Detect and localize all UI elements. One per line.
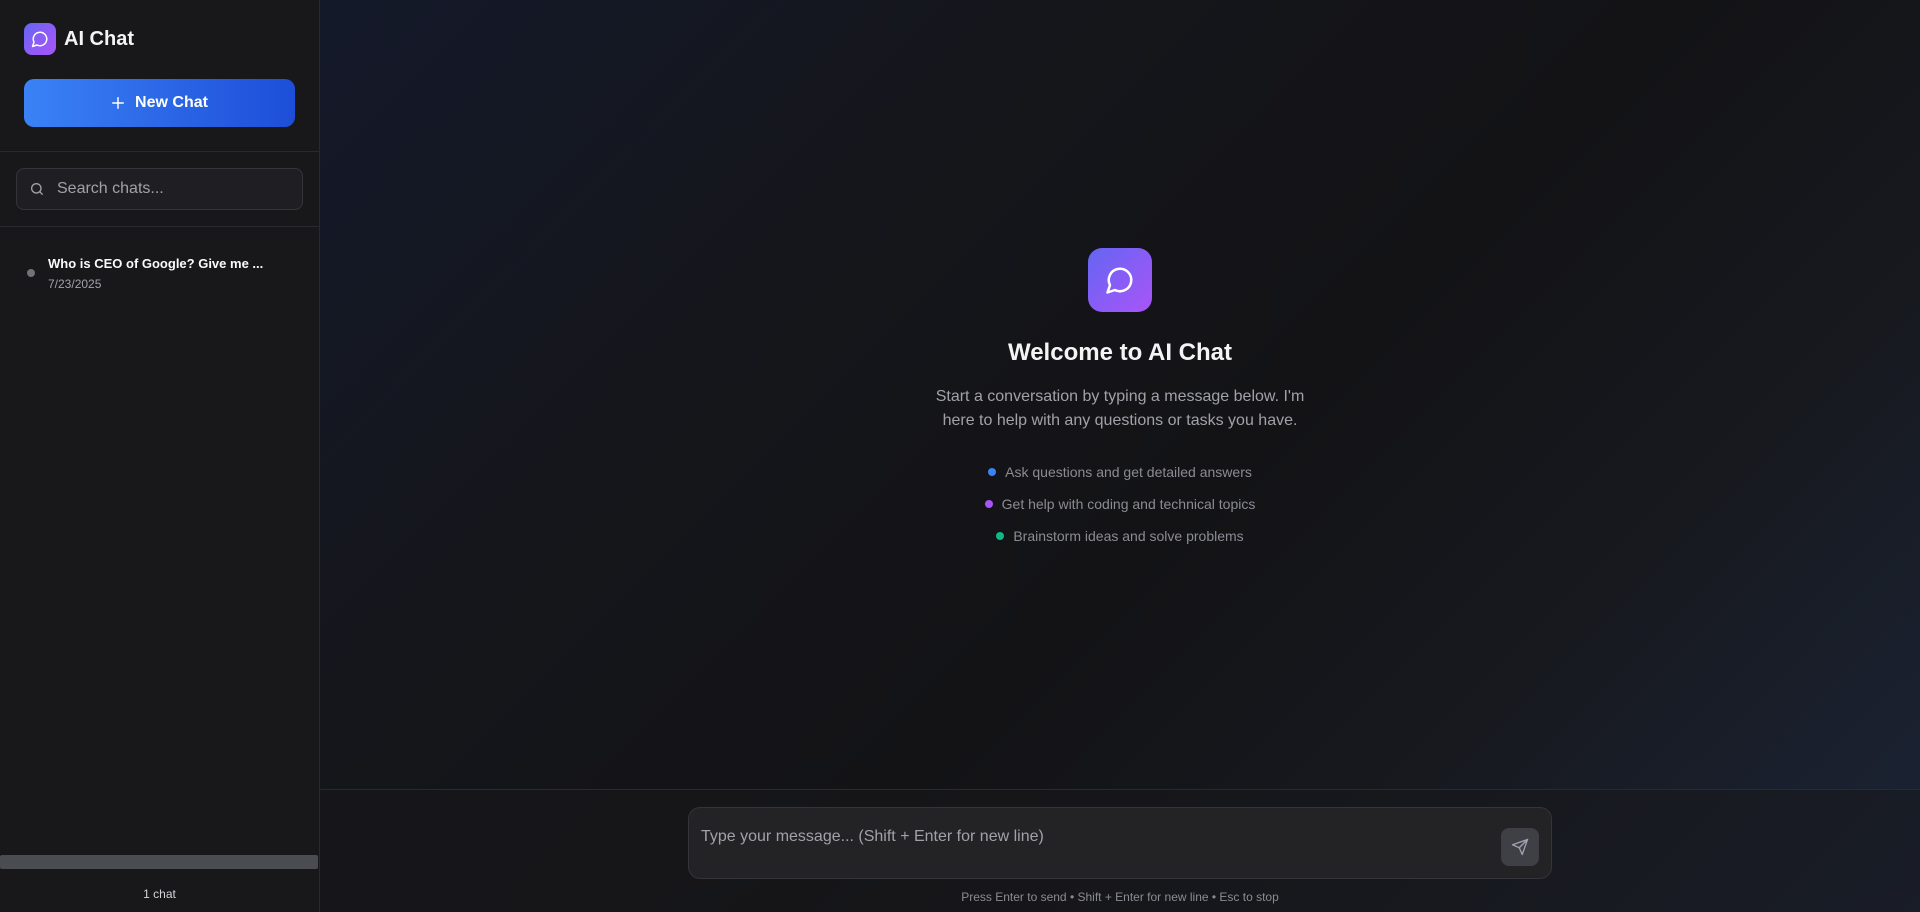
chat-count: 1 chat	[143, 887, 176, 901]
feature-label: Get help with coding and technical topic…	[1001, 496, 1256, 512]
app-root: AI Chat New Chat Who is CEO of Google? G…	[0, 0, 1920, 912]
main-panel: Welcome to AI Chat Start a conversation …	[320, 0, 1920, 912]
message-box	[688, 807, 1552, 879]
welcome-title: Welcome to AI Chat	[1007, 339, 1233, 366]
search-icon	[31, 183, 43, 195]
feature-bullet	[984, 500, 993, 508]
feature-label: Brainstorm ideas and solve problems	[1013, 528, 1244, 544]
chat-date: 7/23/2025	[48, 277, 102, 291]
feature-bullet	[996, 532, 1005, 540]
send-icon	[1511, 838, 1529, 856]
new-chat-label: New Chat	[135, 94, 208, 111]
welcome-subtitle: Start a conversation by typing a message…	[935, 388, 1305, 429]
feature-item: Ask questions and get detailed answers	[320, 456, 1920, 488]
new-chat-button[interactable]: New Chat	[24, 79, 295, 127]
chat-list-item[interactable]: Who is CEO of Google? Give me ... 7/23/2…	[27, 256, 292, 292]
feature-label: Ask questions and get detailed answers	[1005, 464, 1252, 480]
sidebar-divider	[0, 151, 319, 152]
composer-hint: Press Enter to send • Shift + Enter for …	[961, 890, 1279, 904]
chat-status-dot	[27, 269, 35, 277]
message-input[interactable]	[701, 828, 1481, 858]
feature-item: Get help with coding and technical topic…	[320, 488, 1920, 520]
feature-list: Ask questions and get detailed answers G…	[320, 456, 1920, 552]
plus-icon	[112, 97, 125, 109]
welcome-screen: Welcome to AI Chat Start a conversation …	[320, 0, 1920, 789]
sidebar: AI Chat New Chat Who is CEO of Google? G…	[0, 0, 320, 912]
sidebar-scrollbar[interactable]	[0, 855, 318, 869]
chat-title: Who is CEO of Google? Give me ...	[48, 256, 264, 271]
sidebar-divider	[0, 226, 319, 227]
brand: AI Chat	[24, 23, 134, 55]
send-button[interactable]	[1501, 828, 1539, 866]
chat-bubble-icon	[1088, 248, 1152, 312]
search-box	[16, 168, 303, 210]
chat-bubble-icon	[24, 23, 56, 55]
feature-bullet	[988, 468, 997, 476]
composer: Press Enter to send • Shift + Enter for …	[320, 789, 1920, 912]
app-title: AI Chat	[64, 27, 134, 50]
feature-item: Brainstorm ideas and solve problems	[320, 520, 1920, 552]
search-input[interactable]	[57, 180, 287, 198]
